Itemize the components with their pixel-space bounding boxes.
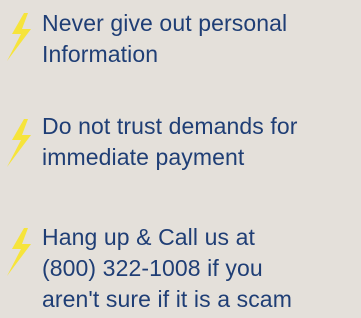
lightning-bolt-icon	[7, 119, 31, 167]
lightning-bolt-icon	[7, 228, 31, 276]
tip-line: Information	[42, 41, 159, 67]
tip-text: Never give out personal Information	[42, 8, 361, 70]
tip-text: Do not trust demands for immediate payme…	[42, 111, 361, 173]
tip-text: Hang up & Call us at (800) 322-1008 if y…	[42, 222, 361, 315]
tip-line: Hang up & Call us at	[42, 224, 255, 250]
lightning-bolt-icon	[7, 13, 31, 61]
safety-tips-card: { "accent_color": "#f6e43b", "text_color…	[0, 0, 361, 318]
tip-line: immediate payment	[42, 144, 245, 170]
tip-line: Do not trust demands for	[42, 113, 298, 139]
tip-line: aren't sure if it is a scam	[42, 286, 292, 312]
tip-line: Never give out personal	[42, 10, 288, 36]
phone-number-line: (800) 322-1008 if you	[42, 255, 263, 281]
